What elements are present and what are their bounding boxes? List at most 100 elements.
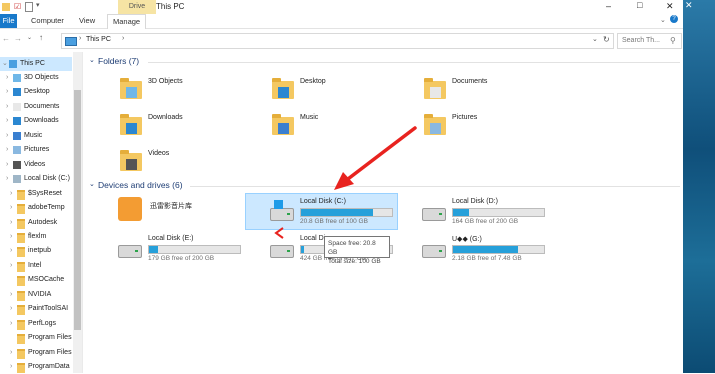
xunlei-library-icon[interactable] [118, 197, 142, 221]
folders-heading[interactable]: Folders (7) [98, 56, 139, 66]
tab-view[interactable]: View [79, 14, 95, 28]
address-field[interactable]: › This PC › ⌄ ↻ [61, 33, 614, 49]
chevron-right-icon[interactable]: › [10, 302, 12, 316]
search-input[interactable]: Search Th... ⚲ [617, 33, 682, 49]
folder-name[interactable]: Documents [452, 78, 487, 85]
sidebar-item-flexlm[interactable]: › flexlm [0, 230, 72, 244]
sidebar-item-sysreset[interactable]: › $SysReset [0, 187, 72, 201]
chevron-right-icon[interactable]: › [10, 201, 12, 215]
folder-icon[interactable] [120, 78, 142, 99]
chevron-right-icon[interactable]: › [10, 216, 12, 230]
minimize-button[interactable]: – [606, 1, 611, 11]
drives-collapse-icon[interactable]: ⌄ [89, 180, 95, 188]
chevron-right-icon[interactable]: › [10, 244, 12, 258]
sidebar-item-documents[interactable]: › Documents [0, 100, 72, 114]
sidebar-item-local-disk-c[interactable]: › Local Disk (C:) [0, 172, 72, 186]
breadcrumb-sep[interactable]: › [122, 35, 124, 42]
ribbon-expand-icon[interactable]: ⌄ [660, 16, 666, 24]
folder-name[interactable]: Pictures [452, 114, 477, 121]
drive-icon[interactable] [422, 245, 446, 258]
drive-icon[interactable] [270, 200, 294, 221]
address-dropdown-icon[interactable]: ⌄ [592, 35, 598, 43]
sidebar-item-videos[interactable]: › Videos [0, 158, 72, 172]
tab-computer[interactable]: Computer [31, 14, 64, 28]
drive-icon[interactable] [118, 245, 142, 258]
chevron-right-icon[interactable]: › [10, 317, 12, 331]
tab-manage[interactable]: Manage [107, 14, 147, 29]
folder-icon[interactable] [120, 114, 142, 135]
drive-name[interactable]: Local Disk (D:) [452, 198, 498, 205]
drive-icon[interactable] [270, 245, 294, 258]
maximize-button[interactable]: □ [637, 0, 642, 10]
file-icon[interactable] [25, 2, 33, 12]
drive-icon[interactable] [422, 208, 446, 221]
folder-icon[interactable] [272, 78, 294, 99]
drive-name[interactable]: Local Disk (E:) [148, 235, 194, 242]
chevron-right-icon[interactable]: › [6, 85, 8, 99]
refresh-icon[interactable]: ↻ [603, 35, 610, 44]
close-button[interactable]: ✕ [666, 1, 674, 12]
sidebar-item-3d-objects[interactable]: › 3D Objects [0, 71, 72, 85]
help-icon[interactable]: ? [670, 15, 678, 23]
chevron-right-icon[interactable]: › [6, 114, 8, 128]
sidebar-item-program-files[interactable]: › Program Files ( [0, 346, 72, 360]
folder-name[interactable]: Videos [148, 150, 169, 157]
sidebar-item-msocache[interactable]: MSOCache [0, 273, 72, 287]
sidebar-item-nvidia[interactable]: › NVIDIA [0, 288, 72, 302]
chevron-right-icon[interactable]: › [6, 172, 8, 186]
sidebar-item-desktop[interactable]: › Desktop [0, 85, 72, 99]
chevron-right-icon[interactable]: › [10, 259, 12, 273]
folder-icon[interactable] [272, 114, 294, 135]
drive-tools-context-tab[interactable]: Drive Tools [118, 0, 156, 24]
breadcrumb-this-pc[interactable]: This PC [86, 36, 111, 43]
folder-icon [17, 276, 25, 286]
quick-access-icon[interactable] [2, 3, 10, 11]
drive-name[interactable]: Local Di [300, 235, 325, 242]
chevron-right-icon[interactable]: ⌄ [2, 57, 8, 71]
sidebar-item-program-files[interactable]: Program Files [0, 331, 72, 345]
sidebar-item-inetpub[interactable]: › inetpub [0, 244, 72, 258]
sidebar-item-downloads[interactable]: › Downloads [0, 114, 72, 128]
forward-arrow-icon[interactable]: → [14, 34, 22, 43]
sidebar-item-pictures[interactable]: › Pictures [0, 143, 72, 157]
folder-icon[interactable] [424, 78, 446, 99]
drive-name[interactable]: 迅雷影音片库 [150, 201, 192, 211]
sidebar-item-music[interactable]: › Music [0, 129, 72, 143]
folder-name[interactable]: 3D Objects [148, 78, 183, 85]
breadcrumb-sep[interactable]: › [79, 35, 81, 42]
recent-dropdown-icon[interactable]: ⌄ [27, 34, 32, 41]
chevron-right-icon[interactable]: › [6, 71, 8, 85]
sidebar-item-intel[interactable]: › Intel [0, 259, 72, 273]
folder-name[interactable]: Downloads [148, 114, 183, 121]
downloads-icon [126, 123, 137, 134]
chevron-right-icon[interactable]: › [10, 360, 12, 374]
chevron-right-icon[interactable]: › [6, 129, 8, 143]
tab-file[interactable]: File [0, 14, 17, 28]
folder-icon[interactable] [120, 150, 142, 171]
sidebar-item-autodesk[interactable]: › Autodesk [0, 216, 72, 230]
sidebar-item-programdata[interactable]: › ProgramData [0, 360, 72, 374]
dropdown-icon[interactable]: ▾ [36, 1, 40, 9]
folder-name[interactable]: Desktop [300, 78, 326, 85]
sidebar-item-this-pc[interactable]: ⌄ This PC [0, 57, 72, 71]
drive-name[interactable]: Local Disk (C:) [300, 198, 346, 205]
chevron-right-icon[interactable]: › [10, 187, 12, 201]
back-arrow-icon[interactable]: ← [2, 34, 10, 43]
drive-name[interactable]: U◆◆ (G:) [452, 235, 482, 243]
drives-heading[interactable]: Devices and drives (6) [98, 180, 183, 190]
music-icon [13, 132, 21, 140]
nav-scrollbar-thumb[interactable] [74, 90, 81, 330]
folders-collapse-icon[interactable]: ⌄ [89, 56, 95, 64]
sidebar-item-adobetemp[interactable]: › adobeTemp [0, 201, 72, 215]
chevron-right-icon[interactable]: › [10, 288, 12, 302]
sidebar-item-perflogs[interactable]: › PerfLogs [0, 317, 72, 331]
chevron-right-icon[interactable]: › [10, 230, 12, 244]
chevron-right-icon[interactable]: › [6, 100, 8, 114]
checkmark-icon[interactable]: ☑ [14, 2, 21, 11]
folder-icon[interactable] [424, 114, 446, 135]
chevron-right-icon[interactable]: › [6, 158, 8, 172]
chevron-right-icon[interactable]: › [10, 346, 12, 360]
up-arrow-icon[interactable]: ↑ [39, 33, 43, 42]
sidebar-item-painttoolsai[interactable]: › PaintToolSAI [0, 302, 72, 316]
chevron-right-icon[interactable]: › [6, 143, 8, 157]
